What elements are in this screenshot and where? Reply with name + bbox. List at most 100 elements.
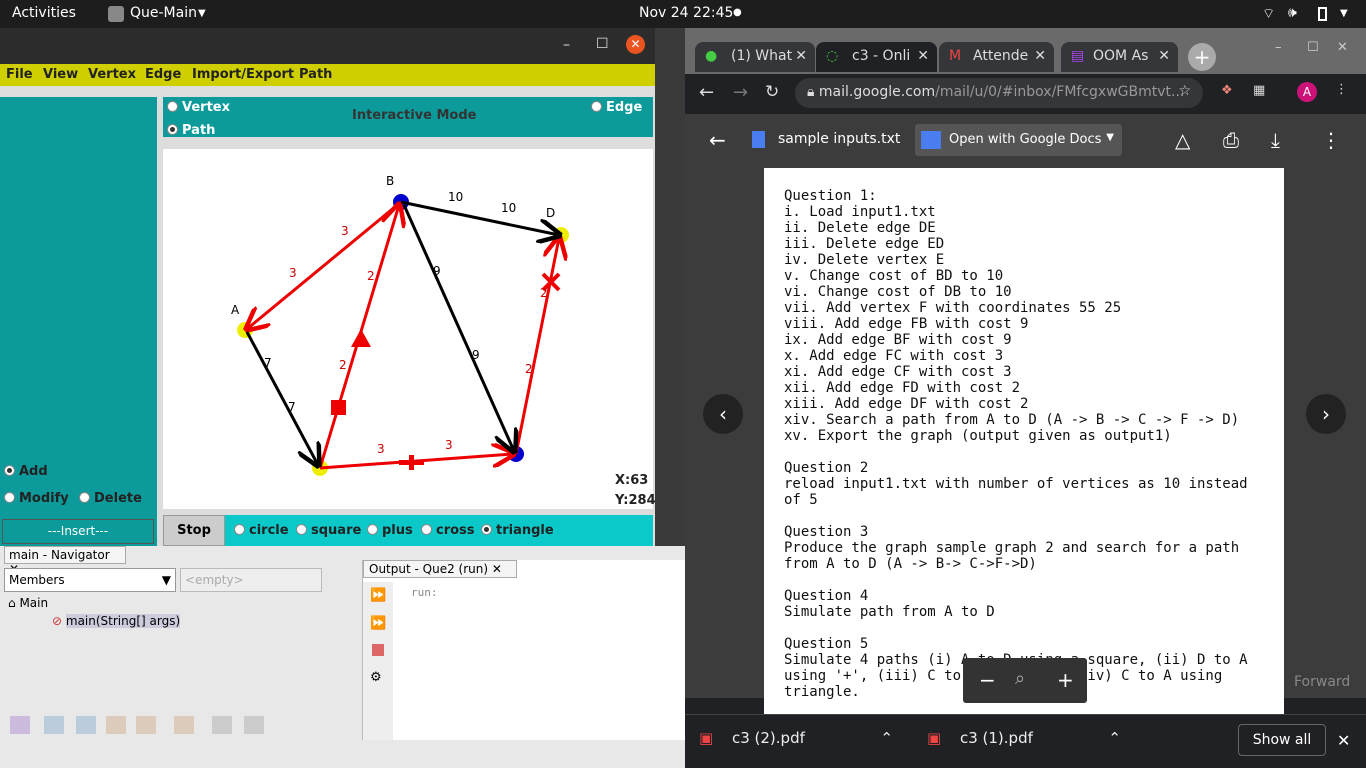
cross-radio[interactable]: cross [421, 523, 475, 538]
graph-svg[interactable]: B D A 3 3 2 2 2 2 3 3 10 10 9 9 7 7 [163, 149, 653, 509]
rerun-icon[interactable]: ⏩ [370, 616, 386, 631]
circle-radio[interactable]: circle [234, 523, 289, 538]
path-radio-dot[interactable] [167, 124, 178, 135]
triangle-radio-dot[interactable] [481, 524, 492, 535]
zoom-out-icon[interactable]: − [979, 668, 996, 692]
modify-radio-dot[interactable] [4, 492, 15, 503]
back-icon[interactable]: ← [699, 82, 714, 103]
edge-mode-radio[interactable]: Edge [591, 100, 642, 115]
menu-import-export[interactable]: Import/Export [192, 67, 294, 82]
add-radio[interactable]: Add [4, 464, 48, 479]
battery-icon[interactable] [1318, 7, 1327, 21]
close-icon[interactable]: ✕ [626, 35, 645, 54]
reload-icon[interactable]: ↻ [765, 82, 779, 102]
plus-radio-dot[interactable] [367, 524, 378, 535]
menu-vertex[interactable]: Vertex [88, 67, 136, 82]
square-radio[interactable]: square [296, 523, 361, 538]
stop-icon[interactable] [372, 644, 384, 656]
toolbar-icon[interactable] [212, 716, 232, 734]
delete-radio[interactable]: Delete [79, 491, 142, 506]
edge-ba[interactable] [247, 200, 402, 329]
forward-icon[interactable]: → [733, 82, 748, 103]
menu-edge[interactable]: Edge [145, 67, 181, 82]
stop-button[interactable]: Stop [163, 515, 225, 546]
more-icon[interactable]: ⋮ [1335, 82, 1348, 97]
prev-file-button[interactable]: ‹ [703, 394, 743, 434]
add-radio-dot[interactable] [4, 465, 15, 476]
close-icon[interactable]: ✕ [1158, 48, 1170, 64]
chevron-down-icon[interactable]: ▼ [1106, 132, 1114, 143]
maximize-icon[interactable]: ☐ [596, 36, 609, 52]
tab-whatsapp[interactable]: ● (1) What ✕ [695, 42, 815, 72]
new-tab-button[interactable]: + [1188, 43, 1216, 71]
tab-c3[interactable]: ◌ c3 - Onli ✕ [816, 42, 937, 72]
text-document[interactable]: Question 1: i. Load input1.txt ii. Delet… [764, 168, 1284, 714]
close-icon[interactable]: ✕ [1337, 40, 1348, 55]
tree-method[interactable]: ⊘ main(String[] args) [52, 614, 181, 628]
output-tab[interactable]: Output - Que2 (run) ✕ [363, 560, 517, 578]
navigator-tab[interactable]: main - Navigator ✕ [4, 546, 126, 576]
profile-avatar[interactable]: A [1297, 82, 1317, 102]
open-with-docs-button[interactable]: Open with Google Docs ▼ [915, 124, 1122, 156]
toolbar-icon[interactable] [136, 716, 156, 734]
extension-icon[interactable]: ▦ [1253, 83, 1265, 98]
menu-file[interactable]: File [6, 67, 33, 82]
close-icon[interactable]: ✕ [492, 562, 502, 576]
toolbar-icon[interactable] [244, 716, 264, 734]
more-icon[interactable]: ⋮ [1321, 128, 1341, 152]
vertex-radio-dot[interactable] [167, 101, 178, 112]
show-all-button[interactable]: Show all [1238, 724, 1326, 756]
toolbar-icon[interactable] [44, 716, 64, 734]
menu-view[interactable]: View [43, 67, 78, 82]
edge-bd[interactable] [400, 200, 559, 235]
edge-fd[interactable] [514, 238, 559, 455]
chevron-up-icon[interactable]: ⌃ [880, 729, 893, 747]
edge-radio-dot[interactable] [591, 101, 602, 112]
download-icon[interactable]: ⤓ [1271, 128, 1280, 152]
edge-ac[interactable] [245, 331, 318, 465]
close-icon[interactable]: ✕ [1034, 48, 1046, 64]
close-icon[interactable]: ✕ [1337, 731, 1350, 750]
back-arrow-icon[interactable]: ← [709, 128, 726, 152]
zoom-in-icon[interactable]: + [1057, 668, 1074, 692]
triangle-radio[interactable]: triangle [481, 523, 554, 538]
system-menu-chevron-icon[interactable]: ▼ [1340, 8, 1348, 19]
activities-button[interactable]: Activities [12, 5, 76, 21]
menu-path[interactable]: Path [299, 67, 332, 82]
address-bar[interactable]: 🔒︎ mail.google.com/mail/u/0/#inbox/FMfcg… [795, 78, 1203, 108]
toolbar-icon[interactable] [10, 716, 30, 734]
square-radio-dot[interactable] [296, 524, 307, 535]
modify-radio[interactable]: Modify [4, 491, 69, 506]
tab-gmail[interactable]: M Attende ✕ [939, 42, 1054, 72]
clock[interactable]: Nov 24 22:45 [639, 5, 733, 21]
next-file-button[interactable]: › [1306, 394, 1346, 434]
minimize-icon[interactable]: – [563, 37, 570, 53]
network-icon[interactable]: ⌔ [1262, 5, 1275, 23]
download-item[interactable]: ▣ c3 (1).pdf ⌃ [927, 729, 1137, 755]
toolbar-icon[interactable] [76, 716, 96, 734]
close-icon[interactable]: ✕ [917, 48, 929, 64]
insert-button[interactable]: ---Insert--- [2, 519, 154, 544]
app-menu[interactable]: Que-Main [130, 5, 197, 21]
plus-radio[interactable]: plus [367, 523, 413, 538]
maximize-icon[interactable]: ☐ [1307, 40, 1319, 55]
drive-icon[interactable]: △ [1175, 128, 1190, 152]
delete-radio-dot[interactable] [79, 492, 90, 503]
minimize-icon[interactable]: – [1275, 40, 1282, 55]
empty-select[interactable]: <empty> [180, 568, 322, 592]
edge-bf[interactable] [402, 204, 514, 451]
extension-icon[interactable]: ❖ [1221, 83, 1233, 98]
cross-radio-dot[interactable] [421, 524, 432, 535]
toolbar-icon[interactable] [174, 716, 194, 734]
chevron-up-icon[interactable]: ⌃ [1108, 729, 1121, 747]
volume-icon[interactable]: 🕪 [1288, 5, 1297, 21]
settings-icon[interactable]: ⚙ [370, 670, 382, 685]
vertex-mode-radio[interactable]: Vertex [167, 100, 230, 115]
tree-main[interactable]: ⌂ Main [8, 596, 48, 610]
tab-forms[interactable]: ▤ OOM As ✕ [1061, 42, 1178, 72]
star-icon[interactable]: ☆ [1178, 83, 1191, 99]
graph-canvas[interactable]: B D A 3 3 2 2 2 2 3 3 10 10 9 9 7 7 X:63… [163, 149, 656, 509]
path-mode-radio[interactable]: Path [167, 123, 215, 138]
toolbar-icon[interactable] [106, 716, 126, 734]
close-icon[interactable]: ✕ [795, 48, 807, 64]
